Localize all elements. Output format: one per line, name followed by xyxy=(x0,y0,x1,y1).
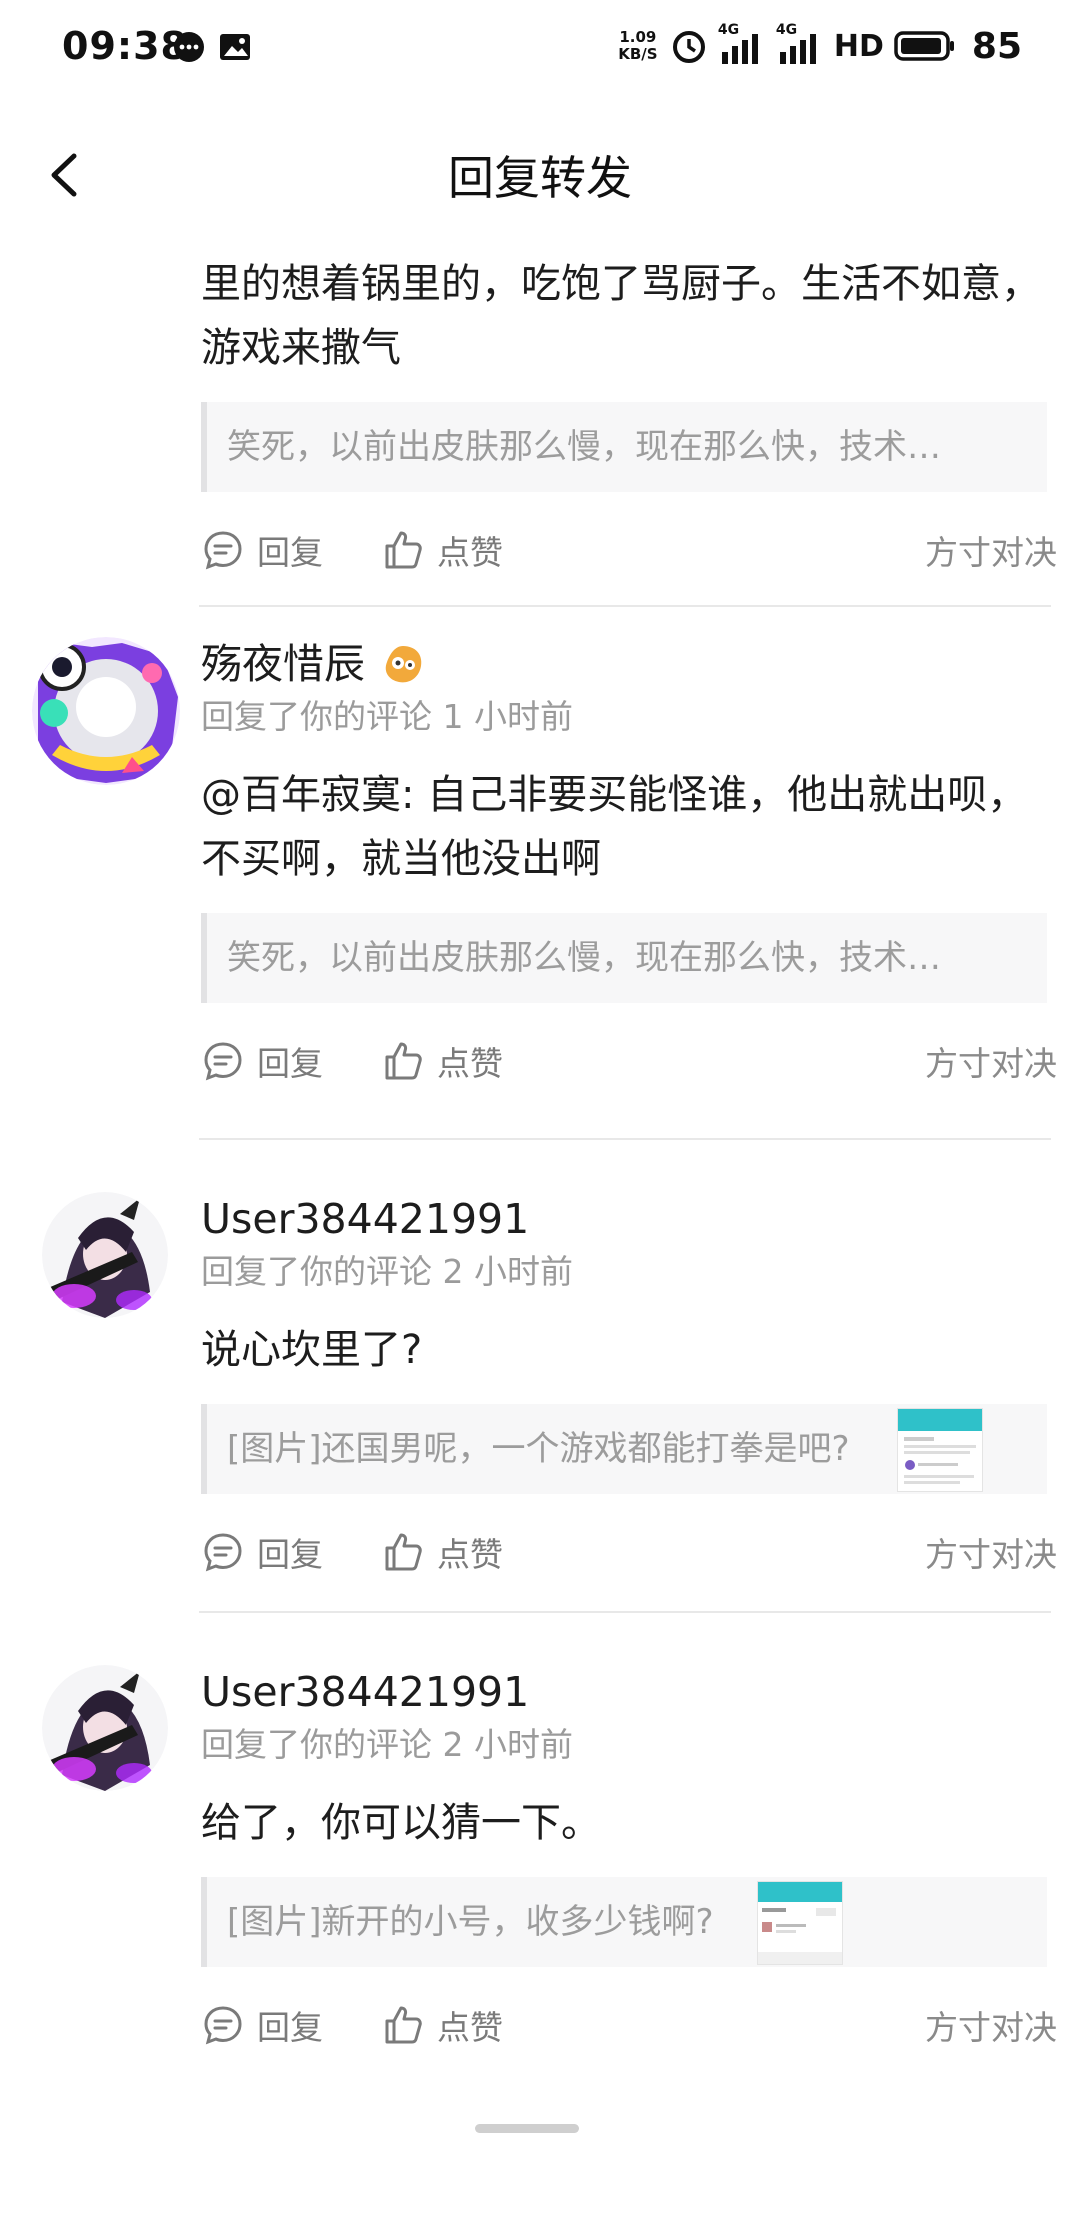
status-bar: 09:38 1.09 KB/S 4G 4G HD 85 xyxy=(0,0,1080,96)
status-time: 09:38 xyxy=(62,24,188,68)
header: 回复转发 xyxy=(0,120,1080,230)
thumbs-up-icon xyxy=(385,1533,422,1571)
game-tag[interactable]: 方寸对决 xyxy=(925,1021,1057,1101)
comment-icon xyxy=(204,1042,242,1081)
home-indicator[interactable] xyxy=(475,2124,579,2133)
reply-button[interactable]: 回复 xyxy=(201,510,323,590)
quoted-comment[interactable]: [图片]新开的小号，收多少钱啊? xyxy=(201,1877,1047,1967)
game-tag[interactable]: 方寸对决 xyxy=(925,1512,1057,1592)
action-bar: 回复 点赞 方寸对决 xyxy=(201,510,1057,590)
comment-icon xyxy=(204,531,242,570)
quoted-comment[interactable]: 笑死，以前出皮肤那么慢，现在那么快，技术… xyxy=(201,402,1047,492)
game-tag[interactable]: 方寸对决 xyxy=(925,1985,1057,2065)
net-speed: 1.09 KB/S xyxy=(618,28,658,63)
reply-meta: 回复了你的评论 1 小时前 xyxy=(201,697,573,736)
alarm-icon xyxy=(672,31,705,63)
username[interactable]: User384421991 xyxy=(201,1665,1047,1719)
image-notification-icon xyxy=(220,34,250,60)
comment-text: 里的想着锅里的，吃饱了骂厨子。生活不如意，游戏来撒气 xyxy=(201,261,1041,371)
action-bar: 回复 点赞 方寸对决 xyxy=(201,1512,1057,1592)
divider xyxy=(199,605,1051,607)
comment-text: 给了，你可以猜一下。 xyxy=(201,1800,601,1846)
signal-4g-icon-2: 4G xyxy=(776,22,824,66)
quoted-image-thumbnail[interactable] xyxy=(757,1881,843,1965)
like-button[interactable]: 点赞 xyxy=(381,1512,503,1592)
chat-bubble-icon xyxy=(174,32,204,62)
battery-icon xyxy=(894,31,954,61)
comment-text: @百年寂寞: 自己非要买能怪谁，他出就出呗，不买啊，就当他没出啊 xyxy=(201,772,1028,882)
username[interactable]: User384421991 xyxy=(201,1192,1047,1246)
signal-4g-icon: 4G xyxy=(718,22,766,66)
quoted-image-thumbnail[interactable] xyxy=(897,1408,983,1492)
quoted-comment[interactable]: [图片]还国男呢，一个游戏都能打拳是吧? xyxy=(201,1404,1047,1494)
hd-indicator: HD xyxy=(833,28,884,64)
action-bar: 回复 点赞 方寸对决 xyxy=(201,1985,1057,2065)
reply-button[interactable]: 回复 xyxy=(201,1985,323,2065)
comment-icon xyxy=(204,2006,242,2045)
thumbs-up-icon xyxy=(385,2006,422,2044)
comment-text: 说心坎里了? xyxy=(201,1327,423,1373)
page-title: 回复转发 xyxy=(448,151,632,205)
thumbs-up-icon xyxy=(385,1042,422,1080)
like-button[interactable]: 点赞 xyxy=(381,1985,503,2065)
username[interactable]: 殇夜惜辰 xyxy=(201,637,1047,691)
divider xyxy=(199,1138,1051,1140)
avatar[interactable] xyxy=(32,637,180,785)
battery-level: 85 xyxy=(971,25,1022,67)
action-bar: 回复 点赞 方寸对决 xyxy=(201,1021,1057,1101)
like-button[interactable]: 点赞 xyxy=(381,1021,503,1101)
avatar[interactable] xyxy=(42,1665,168,1791)
quoted-comment[interactable]: 笑死，以前出皮肤那么慢，现在那么快，技术… xyxy=(201,913,1047,1003)
comment-icon xyxy=(204,1533,242,1572)
reply-button[interactable]: 回复 xyxy=(201,1512,323,1592)
avatar[interactable] xyxy=(42,1192,168,1318)
divider xyxy=(199,1611,1051,1613)
level-badge-icon xyxy=(385,646,422,683)
thumbs-up-icon xyxy=(385,531,422,569)
reply-meta: 回复了你的评论 2 小时前 xyxy=(201,1725,573,1764)
reply-button[interactable]: 回复 xyxy=(201,1021,323,1101)
game-tag[interactable]: 方寸对决 xyxy=(925,510,1057,590)
reply-meta: 回复了你的评论 2 小时前 xyxy=(201,1252,573,1291)
like-button[interactable]: 点赞 xyxy=(381,510,503,590)
